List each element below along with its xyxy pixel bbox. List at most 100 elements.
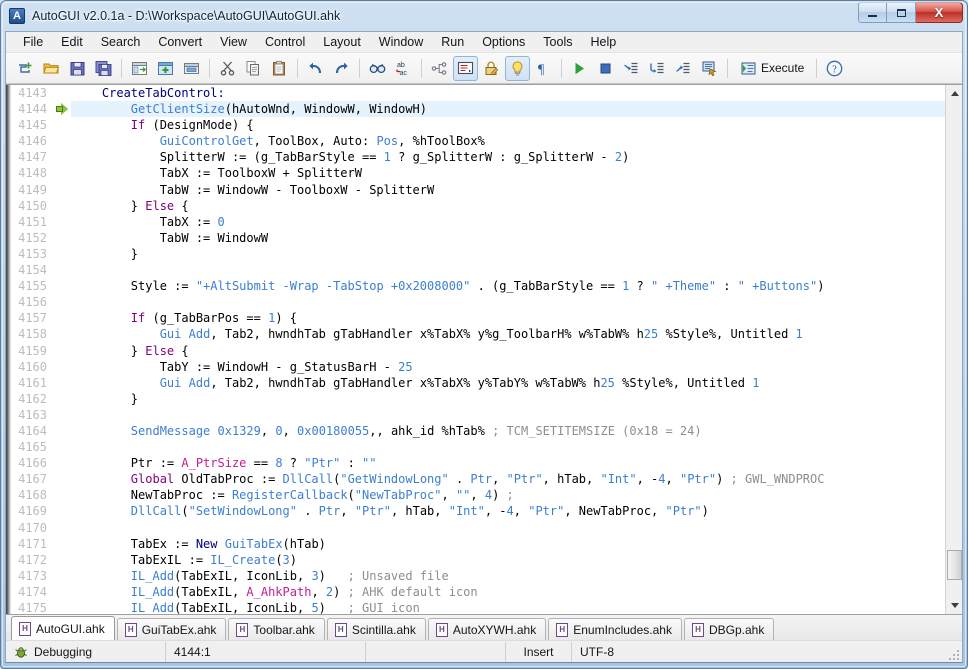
code-text[interactable]: If (DesignMode) {	[71, 117, 945, 133]
code-line[interactable]: 4165	[11, 439, 945, 455]
code-line[interactable]: 4157 If (g_TabBarPos == 1) {	[11, 310, 945, 326]
file-tab[interactable]: HToolbar.ahk	[228, 618, 324, 640]
marker-cell[interactable]	[53, 423, 71, 439]
marker-cell[interactable]	[53, 487, 71, 503]
redo-icon[interactable]	[329, 56, 354, 81]
marker-cell[interactable]	[53, 503, 71, 519]
code-text[interactable]: } Else {	[71, 343, 945, 359]
paste-icon[interactable]	[267, 56, 292, 81]
save-all-icon[interactable]	[91, 56, 116, 81]
execution-arrow-marker[interactable]	[53, 101, 71, 117]
file-tab[interactable]: HAutoGUI.ahk	[11, 616, 115, 640]
menu-run[interactable]: Run	[432, 33, 473, 52]
code-text[interactable]: }	[71, 246, 945, 262]
marker-cell[interactable]	[53, 326, 71, 342]
code-line[interactable]: 4168 NewTabProc := RegisterCallback("New…	[11, 487, 945, 503]
file-tab[interactable]: HEnumIncludes.ahk	[548, 618, 682, 640]
code-line[interactable]: 4145 If (DesignMode) {	[11, 117, 945, 133]
code-text[interactable]: TabW := WindowW - ToolboxW - SplitterW	[71, 182, 945, 198]
code-text[interactable]: IL_Add(TabExIL, A_AhkPath, 2) ; AHK defa…	[71, 584, 945, 600]
menu-window[interactable]: Window	[370, 33, 432, 52]
maximize-button[interactable]	[887, 2, 916, 23]
code-line[interactable]: 4171 TabEx := New GuiTabEx(hTab)	[11, 536, 945, 552]
undo-icon[interactable]	[303, 56, 328, 81]
step-out-icon[interactable]	[671, 56, 696, 81]
node-tree-icon[interactable]	[427, 56, 452, 81]
code-text[interactable]: NewTabProc := RegisterCallback("NewTabPr…	[71, 487, 945, 503]
code-line[interactable]: 4173 IL_Add(TabExIL, IconLib, 3) ; Unsav…	[11, 568, 945, 584]
code-line[interactable]: 4143 CreateTabControl:	[11, 85, 945, 101]
menu-convert[interactable]: Convert	[149, 33, 211, 52]
marker-cell[interactable]	[53, 310, 71, 326]
code-text[interactable]: SplitterW := (g_TabBarStyle == 1 ? g_Spl…	[71, 149, 945, 165]
marker-cell[interactable]	[53, 214, 71, 230]
marker-cell[interactable]	[53, 552, 71, 568]
menu-search[interactable]: Search	[92, 33, 150, 52]
menu-control[interactable]: Control	[256, 33, 314, 52]
code-line[interactable]: 4164 SendMessage 0x1329, 0, 0x00180055,,…	[11, 423, 945, 439]
step-over-icon[interactable]	[645, 56, 670, 81]
code-text[interactable]: GuiControlGet, ToolBox, Auto: Pos, %hToo…	[71, 133, 945, 149]
code-line[interactable]: 4160 TabY := WindowH - g_StatusBarH - 25	[11, 359, 945, 375]
code-text[interactable]: TabExIL := IL_Create(3)	[71, 552, 945, 568]
marker-cell[interactable]	[53, 133, 71, 149]
marker-cell[interactable]	[53, 149, 71, 165]
step-into-icon[interactable]	[619, 56, 644, 81]
lock-edit-icon[interactable]	[479, 56, 504, 81]
code-line[interactable]: 4150 } Else {	[11, 198, 945, 214]
menu-help[interactable]: Help	[581, 33, 625, 52]
code-line[interactable]: 4158 Gui Add, Tab2, hwndhTab gTabHandler…	[11, 326, 945, 342]
marker-cell[interactable]	[53, 439, 71, 455]
help-icon[interactable]: ?	[822, 56, 847, 81]
marker-cell[interactable]	[53, 359, 71, 375]
marker-cell[interactable]	[53, 165, 71, 181]
stop-icon[interactable]	[593, 56, 618, 81]
code-text-area[interactable]: 4143 CreateTabControl:4144 GetClientSize…	[11, 85, 945, 614]
file-tab[interactable]: HAutoXYWH.ahk	[428, 618, 546, 640]
marker-cell[interactable]	[53, 568, 71, 584]
marker-cell[interactable]	[53, 230, 71, 246]
properties-icon[interactable]	[453, 56, 478, 81]
window-icon[interactable]	[179, 56, 204, 81]
find-icon[interactable]	[365, 56, 390, 81]
menu-edit[interactable]: Edit	[52, 33, 92, 52]
marker-cell[interactable]	[53, 262, 71, 278]
code-text[interactable]: Gui Add, Tab2, hwndhTab gTabHandler x%Ta…	[71, 375, 945, 391]
new-file-icon[interactable]	[13, 56, 38, 81]
marker-cell[interactable]	[53, 600, 71, 614]
code-text[interactable]: }	[71, 391, 945, 407]
replace-icon[interactable]: ab ac	[391, 56, 416, 81]
code-line[interactable]: 4175 IL_Add(TabExIL, IconLib, 5) ; GUI i…	[11, 600, 945, 614]
pilcrow-icon[interactable]: ¶	[531, 56, 556, 81]
code-text[interactable]: Gui Add, Tab2, hwndhTab gTabHandler x%Ta…	[71, 326, 945, 342]
menu-layout[interactable]: Layout	[314, 33, 370, 52]
code-text[interactable]: CreateTabControl:	[71, 85, 945, 101]
code-line[interactable]: 4162 }	[11, 391, 945, 407]
copy-icon[interactable]	[241, 56, 266, 81]
code-line[interactable]: 4169 DllCall("SetWindowLong" . Ptr, "Ptr…	[11, 503, 945, 519]
editor-vertical-scrollbar[interactable]	[945, 85, 962, 614]
code-line[interactable]: 4154	[11, 262, 945, 278]
code-line[interactable]: 4146 GuiControlGet, ToolBox, Auto: Pos, …	[11, 133, 945, 149]
code-line[interactable]: 4144 GetClientSize(hAutoWnd, WindowW, Wi…	[11, 101, 945, 117]
menu-options[interactable]: Options	[473, 33, 534, 52]
code-line[interactable]: 4148 TabX := ToolboxW + SplitterW	[11, 165, 945, 181]
marker-cell[interactable]	[53, 536, 71, 552]
code-text[interactable]: Global OldTabProc := DllCall("GetWindowL…	[71, 471, 945, 487]
marker-cell[interactable]	[53, 198, 71, 214]
marker-cell[interactable]	[53, 182, 71, 198]
scroll-up-button[interactable]	[946, 85, 962, 102]
code-line[interactable]: 4152 TabW := WindowW	[11, 230, 945, 246]
resize-grip-icon[interactable]	[947, 648, 959, 660]
code-text[interactable]: IL_Add(TabExIL, IconLib, 3) ; Unsaved fi…	[71, 568, 945, 584]
code-line[interactable]: 4167 Global OldTabProc := DllCall("GetWi…	[11, 471, 945, 487]
code-line[interactable]: 4155 Style := "+AltSubmit -Wrap -TabStop…	[11, 278, 945, 294]
marker-cell[interactable]	[53, 375, 71, 391]
code-text[interactable]: SendMessage 0x1329, 0, 0x00180055,, ahk_…	[71, 423, 945, 439]
scroll-down-button[interactable]	[946, 597, 962, 614]
marker-cell[interactable]	[53, 246, 71, 262]
marker-cell[interactable]	[53, 391, 71, 407]
marker-cell[interactable]	[53, 584, 71, 600]
execute-button[interactable]: Execute	[733, 56, 811, 81]
marker-cell[interactable]	[53, 407, 71, 423]
